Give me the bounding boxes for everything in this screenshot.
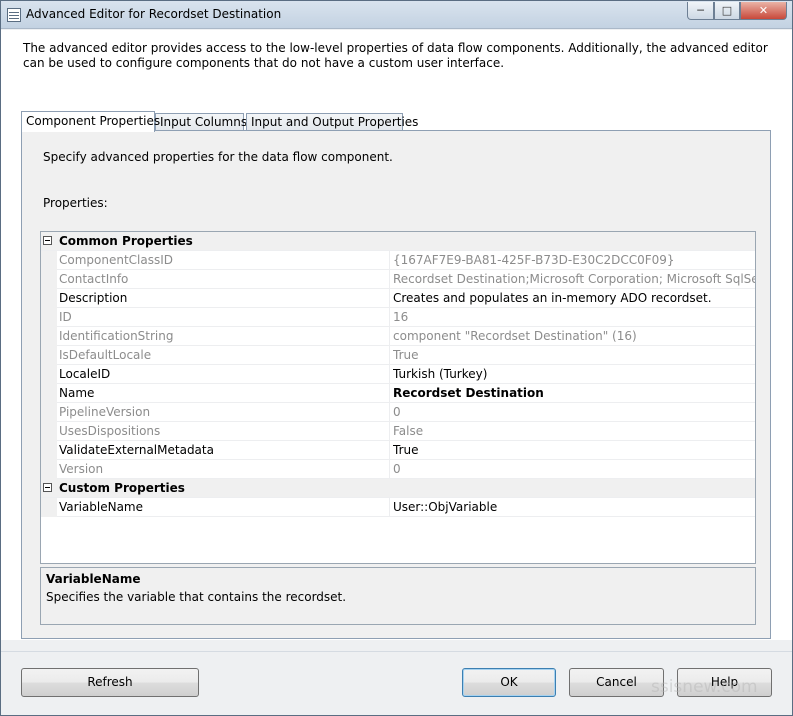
category-custom-properties[interactable]: Custom Properties [41, 479, 755, 498]
tab-input-output-properties[interactable]: Input and Output Properties [246, 113, 418, 131]
property-value: 0 [393, 462, 401, 476]
property-row-name[interactable]: Name Recordset Destination [41, 384, 755, 403]
property-row-contactinfo[interactable]: ContactInfo Recordset Destination;Micros… [41, 270, 755, 289]
watermark: ssisnew.com [651, 677, 758, 697]
column-separator [389, 365, 390, 384]
property-row-id[interactable]: ID 16 [41, 308, 755, 327]
property-value: component "Recordset Destination" (16) [393, 329, 637, 343]
close-button[interactable]: ✕ [740, 2, 787, 20]
property-name: ContactInfo [59, 272, 129, 286]
tab-input-columns[interactable]: Input Columns [155, 113, 247, 131]
property-value: {167AF7E9-BA81-425F-B73D-E30C2DCC0F09} [393, 253, 675, 267]
property-row-usesdispositions[interactable]: UsesDispositions False [41, 422, 755, 441]
property-name: ComponentClassID [59, 253, 174, 267]
row-gutter [41, 384, 57, 403]
property-name: ValidateExternalMetadata [59, 443, 214, 457]
column-separator [389, 403, 390, 422]
row-gutter [41, 441, 57, 460]
maximize-button[interactable]: □ [714, 2, 740, 20]
collapse-icon[interactable] [43, 236, 52, 245]
property-name: Version [59, 462, 104, 476]
property-name: LocaleID [59, 367, 111, 381]
tab-component-properties[interactable]: Component Properties [21, 111, 160, 132]
intro-text: The advanced editor provides access to t… [23, 41, 768, 70]
property-value: 0 [393, 405, 401, 419]
category-common-properties[interactable]: Common Properties [41, 232, 755, 251]
property-description-box: VariableName Specifies the variable that… [40, 567, 756, 625]
property-value: False [393, 424, 424, 438]
column-separator [389, 270, 390, 289]
cancel-button[interactable]: Cancel [569, 668, 664, 697]
property-name: VariableName [59, 500, 143, 514]
property-value[interactable]: Turkish (Turkey) [393, 367, 755, 381]
row-gutter [41, 308, 57, 327]
property-value[interactable]: True [393, 443, 755, 457]
property-name: Name [59, 386, 95, 400]
column-separator [389, 327, 390, 346]
row-gutter [41, 365, 57, 384]
property-value: True [393, 348, 419, 362]
title-bar[interactable]: Advanced Editor for Recordset Destinatio… [1, 1, 792, 29]
column-separator [389, 460, 390, 479]
column-separator [389, 422, 390, 441]
property-value: 16 [393, 310, 409, 324]
row-gutter [41, 327, 57, 346]
column-separator [389, 251, 390, 270]
property-grid: Common Properties ComponentClassID {167A… [40, 231, 756, 564]
property-row-localeid[interactable]: LocaleID Turkish (Turkey) [41, 365, 755, 384]
category-label: Custom Properties [59, 481, 185, 495]
property-row-pipelineversion[interactable]: PipelineVersion 0 [41, 403, 755, 422]
category-label: Common Properties [59, 234, 193, 248]
minimize-button[interactable]: ─ [687, 2, 714, 20]
property-name: UsesDispositions [59, 424, 161, 438]
row-gutter [41, 403, 57, 422]
row-gutter [41, 289, 57, 308]
row-gutter [41, 460, 57, 479]
ok-button[interactable]: OK [462, 668, 556, 697]
column-separator [389, 289, 390, 308]
panel-description: Specify advanced properties for the data… [43, 150, 393, 164]
property-value: Recordset Destination;Microsoft Corporat… [393, 272, 755, 286]
collapse-icon[interactable] [43, 483, 52, 492]
property-name: Description [59, 291, 128, 305]
row-gutter [41, 270, 57, 289]
window-app-icon [7, 8, 21, 22]
description-title: VariableName [46, 572, 141, 586]
property-name: IdentificationString [59, 329, 174, 343]
property-row-identificationstring[interactable]: IdentificationString component "Recordse… [41, 327, 755, 346]
row-gutter [41, 251, 57, 270]
refresh-button[interactable]: Refresh [21, 668, 199, 697]
properties-label: Properties: [43, 196, 108, 210]
property-row-version[interactable]: Version 0 [41, 460, 755, 479]
property-row-description[interactable]: Description Creates and populates an in-… [41, 289, 755, 308]
property-row-componentclassid[interactable]: ComponentClassID {167AF7E9-BA81-425F-B73… [41, 251, 755, 270]
column-separator [389, 346, 390, 365]
advanced-editor-window: Advanced Editor for Recordset Destinatio… [0, 0, 793, 716]
property-row-variablename[interactable]: VariableName User::ObjVariable [41, 498, 755, 517]
property-value[interactable]: Recordset Destination [393, 386, 755, 400]
property-row-isdefaultlocale[interactable]: IsDefaultLocale True [41, 346, 755, 365]
property-name: IsDefaultLocale [59, 348, 152, 362]
column-separator [389, 441, 390, 460]
row-gutter [41, 346, 57, 365]
column-separator [389, 308, 390, 327]
row-gutter [41, 498, 57, 517]
property-value[interactable]: Creates and populates an in-memory ADO r… [393, 291, 755, 305]
column-separator [389, 384, 390, 403]
property-name: ID [59, 310, 72, 324]
component-properties-panel: Specify advanced properties for the data… [21, 130, 771, 639]
property-row-validateexternalmetadata[interactable]: ValidateExternalMetadata True [41, 441, 755, 460]
column-separator [389, 498, 390, 517]
description-text: Specifies the variable that contains the… [46, 590, 347, 604]
property-name: PipelineVersion [59, 405, 151, 419]
property-value[interactable]: User::ObjVariable [393, 500, 755, 514]
row-gutter [41, 422, 57, 441]
window-title: Advanced Editor for Recordset Destinatio… [26, 7, 282, 21]
